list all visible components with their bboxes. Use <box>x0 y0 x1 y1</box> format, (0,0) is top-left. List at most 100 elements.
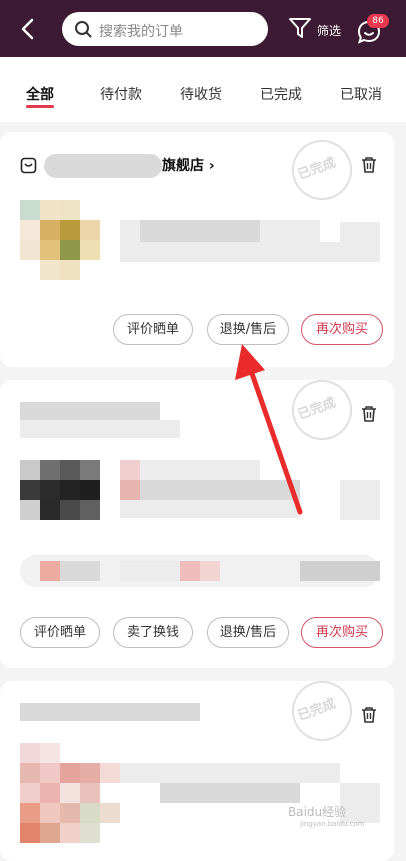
thumb-pixel <box>20 480 40 500</box>
product-title-redacted <box>120 763 340 783</box>
thumb-pixel <box>20 500 40 520</box>
thumb-pixel <box>60 460 80 480</box>
review-button[interactable]: 评价晒单 <box>113 314 193 345</box>
trash-icon[interactable] <box>359 404 379 424</box>
active-tab-indicator <box>26 105 54 108</box>
search-input[interactable]: 搜索我的订单 <box>62 12 268 46</box>
tab-completed[interactable]: 已完成 <box>260 84 302 104</box>
order-card[interactable]: 已完成 评价晒单 卖了换钱 退换/售后 再次购买 <box>0 371 394 668</box>
thumb-pixel <box>40 460 60 480</box>
buy-again-button[interactable]: 再次购买 <box>301 314 383 345</box>
thumb-pixel <box>60 763 80 783</box>
thumb-pixel <box>20 783 40 803</box>
thumb-pixel <box>40 743 60 763</box>
sell-button[interactable]: 卖了换钱 <box>113 617 193 648</box>
order-card[interactable]: 已完成 <box>0 672 394 861</box>
thumb-pixel <box>40 240 60 260</box>
thumb-pixel <box>40 260 60 280</box>
thumb-pixel <box>20 823 40 843</box>
text-pixel <box>200 561 220 581</box>
back-button[interactable] <box>14 14 42 44</box>
message-button[interactable]: 86 <box>356 14 396 50</box>
completed-stamp: 已完成 <box>283 131 361 209</box>
completed-stamp: 已完成 <box>283 672 361 750</box>
store-name-redacted <box>20 703 200 721</box>
thumb-pixel <box>80 803 100 823</box>
thumb-pixel <box>100 763 120 783</box>
filter-icon <box>289 18 311 38</box>
tab-pending-payment[interactable]: 待付款 <box>100 84 142 104</box>
thumb-pixel <box>20 743 40 763</box>
filter-button[interactable]: 筛选 <box>287 15 347 45</box>
thumb-pixel <box>80 783 100 803</box>
store-name[interactable]: 旗舰店 › <box>162 155 215 175</box>
thumb-pixel <box>60 823 80 843</box>
annotation-arrow <box>235 344 303 515</box>
text-pixel <box>120 561 180 581</box>
watermark: Baidu经验 <box>288 805 347 819</box>
thumb-pixel <box>80 460 100 480</box>
thumb-pixel <box>20 803 40 823</box>
text-pixel <box>40 561 60 581</box>
thumb-pixel <box>20 220 40 240</box>
product-title-redacted <box>160 783 300 803</box>
thumb-pixel <box>100 803 120 823</box>
filter-label: 筛选 <box>317 24 342 38</box>
review-button[interactable]: 评价晒单 <box>20 617 100 648</box>
thumb-pixel <box>40 803 60 823</box>
thumb-pixel <box>20 460 40 480</box>
trash-icon[interactable] <box>359 705 379 725</box>
thumb-pixel <box>80 500 100 520</box>
message-badge: 86 <box>367 14 389 28</box>
thumb-pixel <box>60 783 80 803</box>
thumb-pixel <box>80 763 100 783</box>
thumb-pixel <box>40 200 60 220</box>
text-pixel <box>180 561 200 581</box>
thumb-pixel <box>20 763 40 783</box>
order-card[interactable]: 旗舰店 › 已完成 评价晒单 退换/售后 再次购买 <box>0 131 394 367</box>
thumb-pixel <box>60 200 80 220</box>
watermark-url: jingyan.baidu.com <box>300 820 365 828</box>
price-redacted <box>340 222 380 262</box>
thumb-pixel <box>80 823 100 843</box>
thumb-pixel <box>60 500 80 520</box>
tab-all[interactable]: 全部 <box>26 84 54 104</box>
text-pixel <box>60 561 100 581</box>
thumb-pixel <box>40 220 60 240</box>
text-pixel <box>300 561 380 581</box>
return-exchange-button[interactable]: 退换/售后 <box>207 617 289 648</box>
store-name-redacted <box>20 420 180 438</box>
top-bar: 搜索我的订单 筛选 86 <box>0 0 406 57</box>
back-arrow-icon <box>21 18 34 40</box>
thumb-pixel <box>40 783 60 803</box>
thumb-pixel <box>80 220 100 240</box>
thumb-pixel <box>40 763 60 783</box>
text-pixel <box>120 460 140 480</box>
thumb-pixel <box>60 220 80 240</box>
thumb-pixel <box>80 480 100 500</box>
product-spec-redacted <box>120 242 340 262</box>
tab-pending-receipt[interactable]: 待收货 <box>180 84 222 104</box>
thumb-pixel <box>40 500 60 520</box>
thumb-pixel <box>60 803 80 823</box>
thumb-pixel <box>20 200 40 220</box>
thumb-pixel <box>60 260 80 280</box>
order-tabs: 全部 待付款 待收货 已完成 已取消 <box>0 57 406 122</box>
thumb-pixel <box>40 823 60 843</box>
product-title-redacted <box>140 220 260 242</box>
trash-icon[interactable] <box>359 155 379 175</box>
search-icon <box>75 21 92 38</box>
text-pixel <box>120 480 140 500</box>
thumb-pixel <box>60 480 80 500</box>
price-redacted <box>340 480 380 520</box>
buy-again-button[interactable]: 再次购买 <box>301 617 383 648</box>
search-placeholder: 搜索我的订单 <box>99 24 183 40</box>
tab-cancelled[interactable]: 已取消 <box>340 84 382 104</box>
store-name-redacted <box>20 402 160 420</box>
store-icon <box>20 157 37 174</box>
thumb-pixel <box>60 240 80 260</box>
thumb-pixel <box>80 240 100 260</box>
thumb-pixel <box>20 240 40 260</box>
store-name-redacted <box>44 154 162 178</box>
thumb-pixel <box>40 480 60 500</box>
